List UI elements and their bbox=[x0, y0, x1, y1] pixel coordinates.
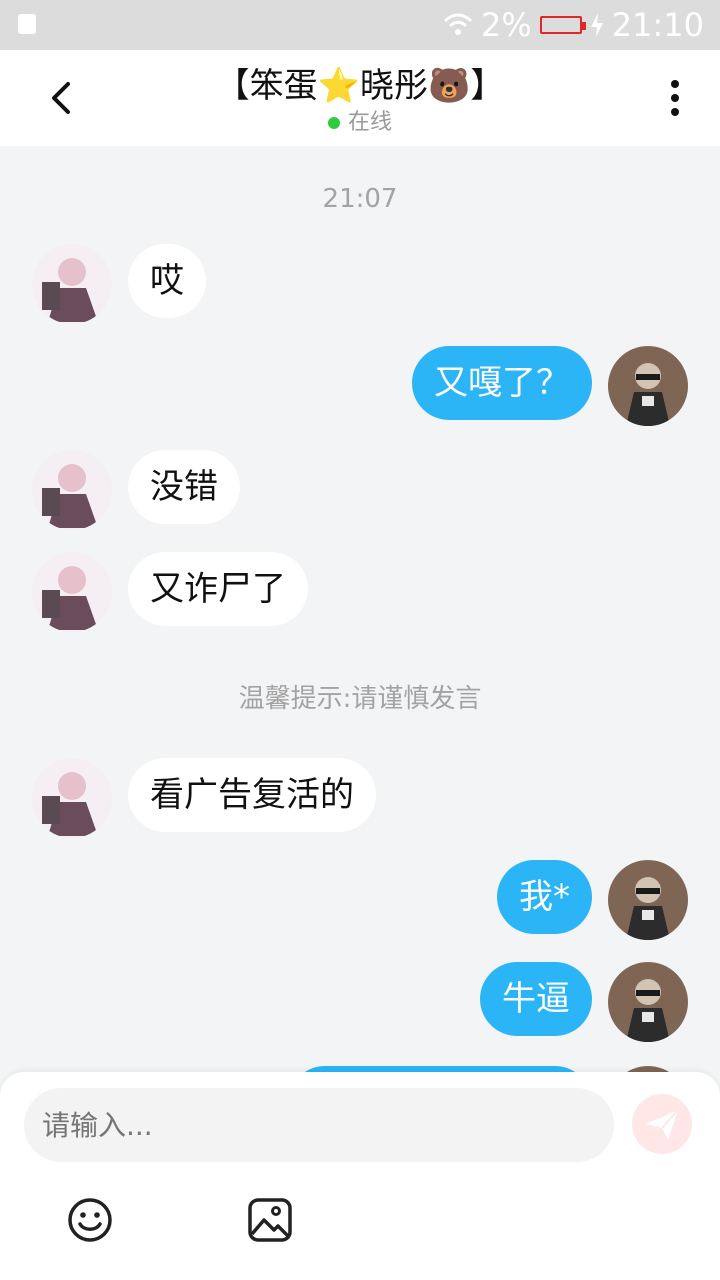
message-row: 我* bbox=[0, 860, 720, 940]
input-bar bbox=[0, 1072, 720, 1280]
message-bubble[interactable]: 看广告复活的 bbox=[128, 758, 376, 832]
wifi-icon bbox=[443, 13, 473, 35]
status-right: 2% 21:10 bbox=[443, 6, 704, 44]
message-bubble[interactable]: 又诈尸了 bbox=[128, 552, 308, 626]
message-bubble[interactable]: 又嘎了？ bbox=[412, 346, 592, 420]
avatar-left[interactable] bbox=[32, 758, 112, 838]
send-icon bbox=[646, 1109, 679, 1140]
message-bubble[interactable]: 我* bbox=[497, 860, 592, 934]
message-row: 没错 bbox=[0, 450, 720, 530]
message-bubble[interactable]: 牛逼 bbox=[480, 962, 592, 1036]
avatar-right[interactable] bbox=[608, 860, 688, 940]
avatar-left[interactable] bbox=[32, 552, 112, 632]
status-bar: 2% 21:10 bbox=[0, 0, 720, 50]
online-label: 在线 bbox=[347, 110, 392, 135]
message-row: 哎 bbox=[0, 244, 720, 324]
online-status: 在线 bbox=[0, 104, 720, 136]
battery-icon bbox=[539, 16, 586, 34]
online-dot-icon bbox=[327, 117, 340, 129]
chat-title: 【笨蛋⭐晓彤🐻】 bbox=[215, 66, 505, 106]
battery-percent: 2% bbox=[481, 6, 532, 44]
send-button[interactable] bbox=[632, 1094, 692, 1154]
message-bubble[interactable]: 哎 bbox=[128, 244, 206, 318]
message-bubble[interactable]: 没错 bbox=[128, 450, 240, 524]
message-row: 又诈尸了 bbox=[0, 552, 720, 632]
time-divider: 21:07 bbox=[322, 184, 398, 214]
avatar-right[interactable] bbox=[608, 346, 688, 426]
notice-text: 温馨提示:请谨慎发言 bbox=[238, 684, 482, 714]
avatar-right[interactable] bbox=[608, 962, 688, 1042]
avatar-left[interactable] bbox=[32, 244, 112, 324]
status-time: 21:10 bbox=[611, 6, 704, 44]
chat-header: 【笨蛋⭐晓彤🐻】 在线 bbox=[0, 50, 720, 146]
message-row: 看广告复活的 bbox=[0, 758, 720, 838]
message-row: 又嘎了？ bbox=[0, 346, 720, 426]
charging-icon bbox=[590, 13, 603, 37]
sim-card-icon bbox=[18, 14, 36, 34]
message-input[interactable] bbox=[24, 1088, 614, 1162]
smile-icon[interactable] bbox=[66, 1196, 114, 1244]
avatar-left[interactable] bbox=[32, 450, 112, 530]
more-button[interactable] bbox=[660, 78, 690, 118]
message-row: 牛逼 bbox=[0, 962, 720, 1042]
image-icon[interactable] bbox=[246, 1196, 294, 1244]
